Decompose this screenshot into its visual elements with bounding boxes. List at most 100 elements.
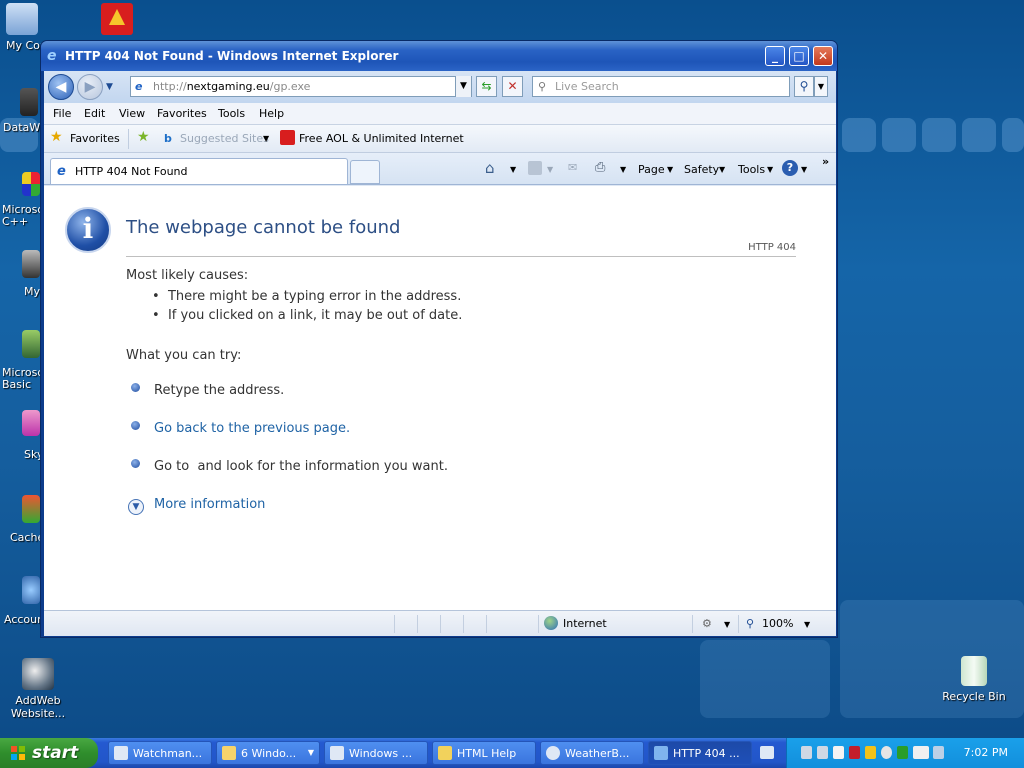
minimize-button[interactable]: _ [765, 46, 785, 66]
desktop-icon-addweb[interactable]: AddWeb Website... [6, 658, 70, 720]
desktop-icon-my-computer[interactable]: My Com [0, 3, 64, 52]
suggested-sites-dropdown-icon[interactable]: ▼ [263, 134, 269, 143]
feeds-icon[interactable] [528, 161, 542, 175]
taskbar-item-windows[interactable]: Windows ... [324, 741, 428, 765]
chevron-more-icon[interactable]: » [822, 155, 829, 168]
close-button[interactable]: ✕ [813, 46, 833, 66]
print-icon[interactable]: ⎙ [595, 160, 605, 175]
maximize-button[interactable]: □ [789, 46, 809, 66]
recent-pages-dropdown-icon[interactable]: ▼ [106, 82, 113, 92]
document-icon[interactable] [833, 746, 844, 759]
safety-menu[interactable]: Safety [684, 163, 719, 176]
lock-icon[interactable] [817, 746, 828, 759]
menu-edit[interactable]: Edit [84, 107, 105, 120]
page-icon: e [135, 80, 143, 93]
protected-mode-icon[interactable]: ⚙ [702, 617, 712, 630]
address-dropdown-icon[interactable]: ▼ [455, 76, 471, 97]
search-button[interactable]: ⚲ [794, 76, 814, 97]
help-icon[interactable]: ? [782, 160, 798, 176]
favorites-star-icon: ★ [50, 129, 63, 145]
menu-file[interactable]: File [53, 107, 71, 120]
menu-favorites[interactable]: Favorites [157, 107, 207, 120]
suggested-sites-button[interactable]: Suggested Sites [180, 132, 269, 145]
taskbar-item-ie-404[interactable]: HTTP 404 ... [648, 741, 752, 765]
tab-active[interactable]: e HTTP 404 Not Found [50, 158, 348, 184]
go-back-link[interactable]: Go back to the previous page. [154, 421, 350, 436]
aol-desktop-shortcut-icon[interactable] [101, 3, 133, 35]
window-icon [330, 746, 344, 760]
tab-row: e HTTP 404 Not Found ⌂ ▼ ▼ ✉ ⎙ ▼ Page ▼ … [44, 153, 836, 185]
zoom-level[interactable]: 100% [762, 617, 793, 630]
print-dropdown-icon[interactable]: ▼ [620, 165, 626, 174]
security-zone-label[interactable]: Internet [563, 617, 607, 630]
taskbar-item-watchman[interactable]: Watchman... [108, 741, 212, 765]
refresh-button[interactable]: ⇆ [476, 76, 497, 97]
desktop-decoration [700, 640, 830, 718]
desktop-decoration [882, 118, 916, 152]
read-mail-icon[interactable]: ✉ [568, 161, 577, 174]
safety-dropdown-icon[interactable]: ▼ [719, 165, 725, 174]
taskbar-item-windows-group[interactable]: 6 Windo... ▼ [216, 741, 320, 765]
causes-heading: Most likely causes: [126, 268, 249, 283]
network-icon[interactable] [913, 746, 929, 759]
home-icon[interactable]: ⌂ [485, 159, 495, 177]
weatherbug-icon [546, 746, 560, 760]
taskbar-item-label: WeatherB... [565, 747, 630, 760]
favorites-button[interactable]: Favorites [70, 132, 120, 145]
protected-mode-dropdown-icon[interactable]: ▼ [724, 620, 730, 629]
favorites-bar: ★ Favorites ★ b Suggested Sites ▼ Free A… [44, 125, 836, 153]
stop-button[interactable]: ✕ [502, 76, 523, 97]
desktop-icon-label: My [24, 285, 40, 298]
clock[interactable]: 7:02 PM [964, 746, 1008, 759]
title-bar[interactable]: e HTTP 404 Not Found - Windows Internet … [41, 41, 837, 71]
menu-help[interactable]: Help [259, 107, 284, 120]
more-information-link[interactable]: More information [154, 497, 265, 512]
home-dropdown-icon[interactable]: ▼ [510, 165, 516, 174]
expand-down-icon[interactable]: ▼ [128, 499, 144, 515]
start-button[interactable]: start [0, 738, 98, 768]
ie-logo-icon: e [47, 48, 57, 64]
search-input[interactable]: ⚲ Live Search [532, 76, 790, 97]
desktop-decoration [1002, 118, 1024, 152]
desktop-decoration [962, 118, 996, 152]
page-menu[interactable]: Page [638, 163, 665, 176]
desktop-icon-label: Microsol Basic [2, 366, 48, 391]
tools-dropdown-icon[interactable]: ▼ [767, 165, 773, 174]
help-dropdown-icon[interactable]: ▼ [801, 165, 807, 174]
volume-icon[interactable] [933, 746, 944, 759]
new-tab-button[interactable] [350, 160, 380, 184]
desktop-icon-label: Accoun [4, 613, 40, 626]
tools-menu[interactable]: Tools [738, 163, 765, 176]
aol-favorite-link[interactable]: Free AOL & Unlimited Internet [299, 132, 464, 145]
taskbar-item-html-help[interactable]: HTML Help [432, 741, 536, 765]
forward-button[interactable]: ▶ [77, 74, 103, 100]
green-status-icon[interactable] [897, 746, 908, 759]
zoom-dropdown-icon[interactable]: ▼ [804, 620, 810, 629]
zoom-icon: ⚲ [746, 617, 755, 630]
taskbar-item-weatherbug[interactable]: WeatherB... [540, 741, 644, 765]
back-button[interactable]: ◀ [48, 74, 74, 100]
group-dropdown-icon: ▼ [307, 748, 314, 757]
desktop-icon-label: My Com [6, 39, 42, 52]
watchman-icon [114, 746, 128, 760]
lock-icon[interactable] [801, 746, 812, 759]
feeds-dropdown-icon[interactable]: ▼ [547, 165, 553, 174]
search-options-icon[interactable]: ▼ [814, 76, 828, 97]
runner-icon[interactable] [865, 746, 876, 759]
http-status-code: HTTP 404 [748, 242, 796, 253]
skype-icon [22, 410, 40, 436]
add-to-favorites-icon[interactable]: ★ [137, 129, 150, 145]
menu-view[interactable]: View [119, 107, 145, 120]
try-heading: What you can try: [126, 348, 242, 363]
address-input[interactable]: e http://nextgaming.eu/gp.exe ▼ [130, 76, 472, 97]
bing-icon: b [164, 132, 172, 145]
folder-icon [222, 746, 236, 760]
security-shield-icon[interactable] [849, 746, 860, 759]
info-icon: i [65, 207, 111, 253]
menu-tools[interactable]: Tools [218, 107, 245, 120]
weather-icon[interactable] [881, 746, 892, 759]
page-dropdown-icon[interactable]: ▼ [667, 165, 673, 174]
desktop-icon-recycle-bin[interactable]: Recycle Bin [942, 656, 1006, 703]
bullet-icon [131, 421, 140, 430]
keyboard-icon[interactable] [760, 746, 774, 759]
